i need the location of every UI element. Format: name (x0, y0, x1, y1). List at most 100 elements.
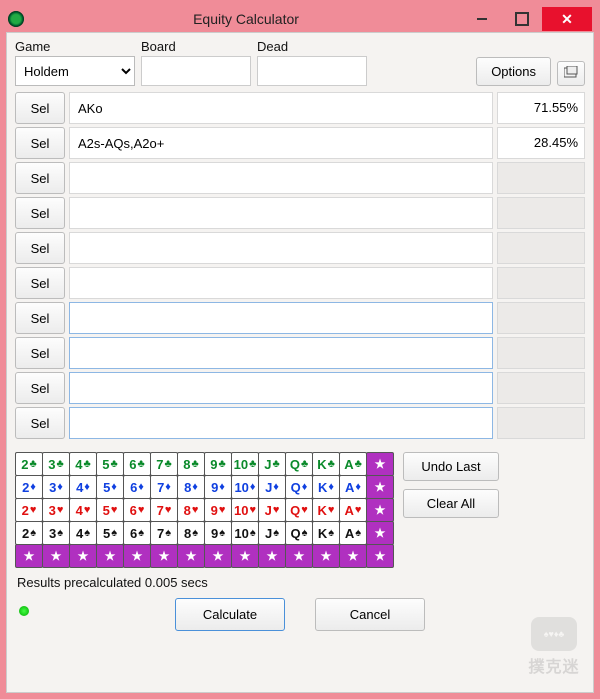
card-K-spades[interactable]: K♠ (312, 521, 340, 545)
card-5-diamonds[interactable]: 5♦ (96, 475, 124, 499)
card-8-hearts[interactable]: 8♥ (177, 498, 205, 522)
card-2-hearts[interactable]: 2♥ (15, 498, 43, 522)
rank-wildcard-5[interactable] (96, 544, 124, 568)
sel-button[interactable]: Sel (15, 197, 65, 229)
card-7-hearts[interactable]: 7♥ (150, 498, 178, 522)
sel-button[interactable]: Sel (15, 232, 65, 264)
card-10-hearts[interactable]: 10♥ (231, 498, 259, 522)
card-7-spades[interactable]: 7♠ (150, 521, 178, 545)
rank-wildcard-K[interactable] (312, 544, 340, 568)
hand-input[interactable] (69, 407, 493, 439)
maximize-button[interactable] (502, 7, 542, 31)
sel-button[interactable]: Sel (15, 267, 65, 299)
rank-wildcard-7[interactable] (150, 544, 178, 568)
card-K-diamonds[interactable]: K♦ (312, 475, 340, 499)
card-4-diamonds[interactable]: 4♦ (69, 475, 97, 499)
card-6-spades[interactable]: 6♠ (123, 521, 151, 545)
hand-input[interactable] (69, 127, 493, 159)
card-2-spades[interactable]: 2♠ (15, 521, 43, 545)
hand-input[interactable] (69, 337, 493, 369)
card-J-spades[interactable]: J♠ (258, 521, 286, 545)
card-J-clubs[interactable]: J♣ (258, 452, 286, 476)
card-10-spades[interactable]: 10♠ (231, 521, 259, 545)
hand-input[interactable] (69, 267, 493, 299)
card-3-hearts[interactable]: 3♥ (42, 498, 70, 522)
card-7-clubs[interactable]: 7♣ (150, 452, 178, 476)
card-8-spades[interactable]: 8♠ (177, 521, 205, 545)
any-wildcard[interactable] (366, 544, 394, 568)
sel-button[interactable]: Sel (15, 92, 65, 124)
rank-wildcard-J[interactable] (258, 544, 286, 568)
card-2-diamonds[interactable]: 2♦ (15, 475, 43, 499)
sel-button[interactable]: Sel (15, 162, 65, 194)
rank-wildcard-3[interactable] (42, 544, 70, 568)
card-A-spades[interactable]: A♠ (339, 521, 367, 545)
card-Q-diamonds[interactable]: Q♦ (285, 475, 313, 499)
sel-button[interactable]: Sel (15, 127, 65, 159)
hand-input[interactable] (69, 92, 493, 124)
card-A-diamonds[interactable]: A♦ (339, 475, 367, 499)
hand-input[interactable] (69, 162, 493, 194)
card-8-diamonds[interactable]: 8♦ (177, 475, 205, 499)
sel-button[interactable]: Sel (15, 407, 65, 439)
card-9-diamonds[interactable]: 9♦ (204, 475, 232, 499)
cancel-button[interactable]: Cancel (315, 598, 425, 631)
suit-wildcard-clubs[interactable] (366, 452, 394, 476)
suit-wildcard-hearts[interactable] (366, 498, 394, 522)
suit-wildcard-spades[interactable] (366, 521, 394, 545)
card-3-clubs[interactable]: 3♣ (42, 452, 70, 476)
card-8-clubs[interactable]: 8♣ (177, 452, 205, 476)
card-6-clubs[interactable]: 6♣ (123, 452, 151, 476)
card-J-hearts[interactable]: J♥ (258, 498, 286, 522)
hand-input[interactable] (69, 197, 493, 229)
rank-wildcard-Q[interactable] (285, 544, 313, 568)
card-5-hearts[interactable]: 5♥ (96, 498, 124, 522)
card-3-spades[interactable]: 3♠ (42, 521, 70, 545)
board-input[interactable] (141, 56, 251, 86)
card-10-diamonds[interactable]: 10♦ (231, 475, 259, 499)
card-3-diamonds[interactable]: 3♦ (42, 475, 70, 499)
card-5-spades[interactable]: 5♠ (96, 521, 124, 545)
card-6-diamonds[interactable]: 6♦ (123, 475, 151, 499)
card-10-clubs[interactable]: 10♣ (231, 452, 259, 476)
card-4-hearts[interactable]: 4♥ (69, 498, 97, 522)
card-Q-hearts[interactable]: Q♥ (285, 498, 313, 522)
hand-input[interactable] (69, 302, 493, 334)
card-Q-clubs[interactable]: Q♣ (285, 452, 313, 476)
card-9-spades[interactable]: 9♠ (204, 521, 232, 545)
card-K-hearts[interactable]: K♥ (312, 498, 340, 522)
dead-input[interactable] (257, 56, 367, 86)
sel-button[interactable]: Sel (15, 302, 65, 334)
hand-input[interactable] (69, 372, 493, 404)
rank-wildcard-9[interactable] (204, 544, 232, 568)
card-7-diamonds[interactable]: 7♦ (150, 475, 178, 499)
card-A-clubs[interactable]: A♣ (339, 452, 367, 476)
card-K-clubs[interactable]: K♣ (312, 452, 340, 476)
card-J-diamonds[interactable]: J♦ (258, 475, 286, 499)
card-6-hearts[interactable]: 6♥ (123, 498, 151, 522)
close-button[interactable] (542, 7, 592, 31)
calculate-button[interactable]: Calculate (175, 598, 285, 631)
hand-input[interactable] (69, 232, 493, 264)
rank-wildcard-8[interactable] (177, 544, 205, 568)
sel-button[interactable]: Sel (15, 372, 65, 404)
sel-button[interactable]: Sel (15, 337, 65, 369)
card-4-clubs[interactable]: 4♣ (69, 452, 97, 476)
rank-wildcard-2[interactable] (15, 544, 43, 568)
suit-wildcard-diamonds[interactable] (366, 475, 394, 499)
card-Q-spades[interactable]: Q♠ (285, 521, 313, 545)
undo-last-button[interactable]: Undo Last (403, 452, 499, 481)
minimize-button[interactable] (462, 7, 502, 31)
card-9-clubs[interactable]: 9♣ (204, 452, 232, 476)
options-button[interactable]: Options (476, 57, 551, 86)
clear-all-button[interactable]: Clear All (403, 489, 499, 518)
rank-wildcard-6[interactable] (123, 544, 151, 568)
card-9-hearts[interactable]: 9♥ (204, 498, 232, 522)
rank-wildcard-10[interactable] (231, 544, 259, 568)
game-select[interactable]: Holdem (15, 56, 135, 86)
card-5-clubs[interactable]: 5♣ (96, 452, 124, 476)
card-4-spades[interactable]: 4♠ (69, 521, 97, 545)
card-2-clubs[interactable]: 2♣ (15, 452, 43, 476)
popout-button[interactable] (557, 61, 585, 86)
rank-wildcard-4[interactable] (69, 544, 97, 568)
